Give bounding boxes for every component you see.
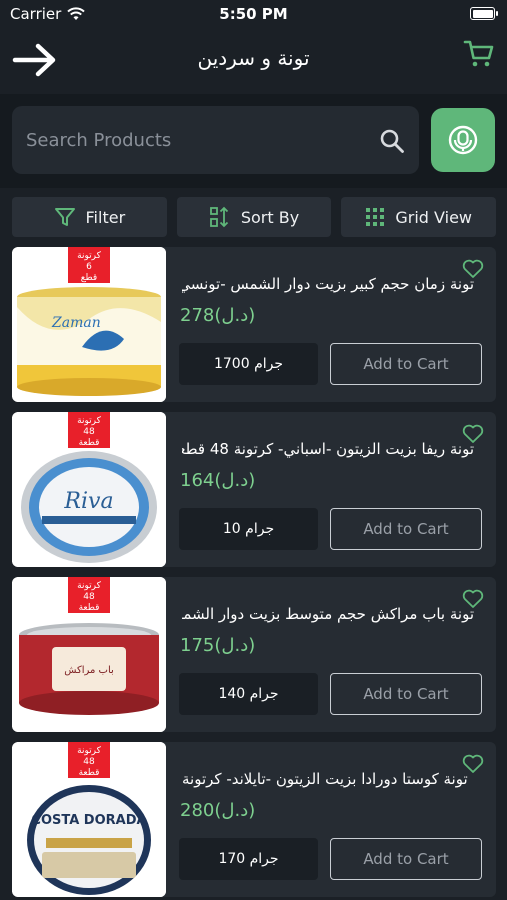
add-to-cart-button[interactable]: Add to Cart — [330, 343, 482, 385]
badge-line-1: كرتونة — [77, 581, 101, 591]
product-list: كرتونة 6 قطع Zaman تونة زمان حجم كبير بز… — [12, 247, 496, 900]
badge-line-2: 6 — [86, 262, 92, 272]
product-name[interactable]: تونة ريفا بزيت الزيتون -اسباني- كرتونة 4… — [182, 440, 474, 458]
voice-search-button[interactable] — [431, 108, 495, 172]
product-image[interactable]: كرتونة 48 قطعة COSTA DORADA — [12, 742, 166, 897]
product-photo: كرتونة 48 قطعة COSTA DORADA — [12, 742, 166, 897]
status-bar: Carrier 5:50 PM — [0, 0, 507, 28]
product-price: 280(د.ل) — [180, 800, 256, 821]
back-button[interactable] — [10, 38, 60, 82]
search-icon[interactable] — [379, 128, 405, 154]
add-to-cart-button[interactable]: Add to Cart — [330, 673, 482, 715]
status-time: 5:50 PM — [219, 5, 288, 23]
badge-line-3: قطع — [81, 273, 97, 283]
product-price: 164(د.ل) — [180, 470, 256, 491]
product-photo: كرتونة 48 قطعة Riva — [12, 412, 166, 567]
product-price: 278(د.ل) — [180, 305, 256, 326]
product-weight: 10 جرام — [179, 508, 318, 550]
product-card[interactable]: كرتونة 48 قطعة COSTA DORADA تونة كوستا د… — [12, 742, 496, 897]
product-card[interactable]: كرتونة 48 قطعة Riva تونة ريفا بزيت الزيت… — [12, 412, 496, 567]
product-image[interactable]: كرتونة 48 قطعة Riva — [12, 412, 166, 567]
brand-label: Riva — [63, 489, 113, 514]
filter-label: Filter — [85, 207, 126, 227]
search-input[interactable] — [26, 106, 366, 174]
filter-button[interactable]: Filter — [12, 197, 167, 237]
arrow-right-icon — [12, 43, 56, 77]
sort-icon — [209, 206, 228, 228]
badge-line-1: كرتونة — [77, 251, 101, 261]
filter-icon — [54, 208, 75, 226]
battery-icon — [470, 7, 498, 20]
cart-button[interactable] — [461, 36, 497, 72]
product-card[interactable]: كرتونة 6 قطع Zaman تونة زمان حجم كبير بز… — [12, 247, 496, 402]
brand-label: COSTA DORADA — [31, 813, 146, 828]
badge-line-3: قطعة — [79, 768, 100, 778]
product-price: 175(د.ل) — [180, 635, 256, 656]
badge-line-3: قطعة — [79, 438, 100, 448]
badge-line-2: 48 — [83, 427, 95, 437]
page-title: تونة و سردين — [197, 46, 310, 70]
grid-view-label: Grid View — [395, 207, 472, 227]
product-weight: 140 جرام — [179, 673, 318, 715]
badge-line-1: كرتونة — [77, 746, 101, 756]
sort-label: Sort By — [240, 207, 300, 227]
product-image[interactable]: كرتونة 6 قطع Zaman — [12, 247, 166, 402]
product-name[interactable]: تونة كوستا دورادا بزيت الزيتون -تايلاند-… — [182, 770, 474, 788]
app-header: تونة و سردين — [0, 28, 507, 94]
grid-icon — [366, 208, 385, 226]
brand-label: Zaman — [51, 315, 101, 331]
toolbar: Filter Sort By Grid View — [12, 197, 497, 237]
product-photo: كرتونة 48 قطعة باب مراكش — [12, 577, 166, 732]
product-card[interactable]: كرتونة 48 قطعة باب مراكش تونة باب مراكش … — [12, 577, 496, 732]
sort-button[interactable]: Sort By — [176, 197, 332, 237]
grid-view-button[interactable]: Grid View — [341, 197, 497, 237]
product-weight: 1700 جرام — [179, 343, 318, 385]
search-box — [12, 106, 419, 174]
badge-line-2: 48 — [83, 592, 95, 602]
product-weight: 170 جرام — [179, 838, 318, 880]
badge-line-2: 48 — [83, 757, 95, 767]
add-to-cart-button[interactable]: Add to Cart — [330, 508, 482, 550]
product-image[interactable]: كرتونة 48 قطعة باب مراكش — [12, 577, 166, 732]
brand-label: باب مراكش — [64, 665, 114, 676]
product-name[interactable]: تونة زمان حجم كبير بزيت دوار الشمس -تونس… — [182, 275, 474, 293]
cart-icon — [463, 40, 494, 67]
badge-line-1: كرتونة — [77, 416, 101, 426]
badge-line-3: قطعة — [79, 603, 100, 613]
voice-icon — [448, 125, 478, 155]
product-name[interactable]: تونة باب مراكش حجم متوسط بزيت دوار الشمس — [182, 605, 474, 623]
product-photo: كرتونة 6 قطع Zaman — [12, 247, 166, 402]
add-to-cart-button[interactable]: Add to Cart — [330, 838, 482, 880]
search-area — [0, 94, 507, 188]
